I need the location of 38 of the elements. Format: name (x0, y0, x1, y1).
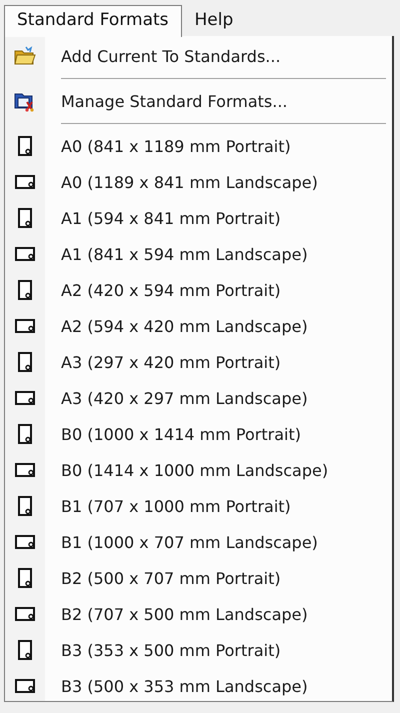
landscape-page-icon (15, 679, 35, 693)
menu-item[interactable]: B0 (1000 x 1414 mm Portrait) (5, 416, 392, 452)
portrait-page-icon (18, 424, 32, 444)
landscape-page-icon (15, 319, 35, 333)
menu-item[interactable]: B2 (500 x 707 mm Portrait) (5, 560, 392, 596)
portrait-page-icon (18, 208, 32, 228)
menu-title[interactable]: Help (182, 5, 246, 37)
menu-item[interactable]: B3 (500 x 353 mm Landscape) (5, 668, 392, 704)
portrait-page-icon (18, 352, 32, 372)
menu-item[interactable]: A3 (420 x 297 mm Landscape) (5, 380, 392, 416)
menu-item[interactable]: Add Current To Standards... (5, 38, 392, 74)
portrait-page-icon (18, 280, 32, 300)
landscape-page-icon (15, 247, 35, 261)
menu-item[interactable]: B1 (1000 x 707 mm Landscape) (5, 524, 392, 560)
menu-item[interactable]: A0 (1189 x 841 mm Landscape) (5, 164, 392, 200)
menu-item[interactable]: Manage Standard Formats... (5, 83, 392, 119)
landscape-page-icon (15, 463, 35, 477)
menu-item[interactable]: A0 (841 x 1189 mm Portrait) (5, 128, 392, 164)
portrait-page-icon (18, 496, 32, 516)
landscape-page-icon (15, 535, 35, 549)
portrait-page-icon (18, 568, 32, 588)
folder-tools-icon (14, 94, 34, 112)
landscape-page-icon (15, 391, 35, 405)
portrait-page-icon (18, 136, 32, 156)
menu-item[interactable]: A3 (297 x 420 mm Portrait) (5, 344, 392, 380)
menu-item[interactable]: B1 (707 x 1000 mm Portrait) (5, 488, 392, 524)
menu-item[interactable]: B0 (1414 x 1000 mm Landscape) (5, 452, 392, 488)
landscape-page-icon (15, 175, 35, 189)
menu-title[interactable]: Standard Formats (4, 5, 182, 37)
folder-icon (14, 46, 36, 64)
landscape-page-icon (15, 607, 35, 621)
menu-item[interactable]: A1 (594 x 841 mm Portrait) (5, 200, 392, 236)
portrait-page-icon (18, 640, 32, 660)
menu-item[interactable]: B2 (707 x 500 mm Landscape) (5, 596, 392, 632)
menu-item[interactable]: B3 (353 x 500 mm Portrait) (5, 632, 392, 668)
menu-item[interactable]: A2 (420 x 594 mm Portrait) (5, 272, 392, 308)
menu-item[interactable]: A1 (841 x 594 mm Landscape) (5, 236, 392, 272)
menu-item[interactable]: A2 (594 x 420 mm Landscape) (5, 308, 392, 344)
